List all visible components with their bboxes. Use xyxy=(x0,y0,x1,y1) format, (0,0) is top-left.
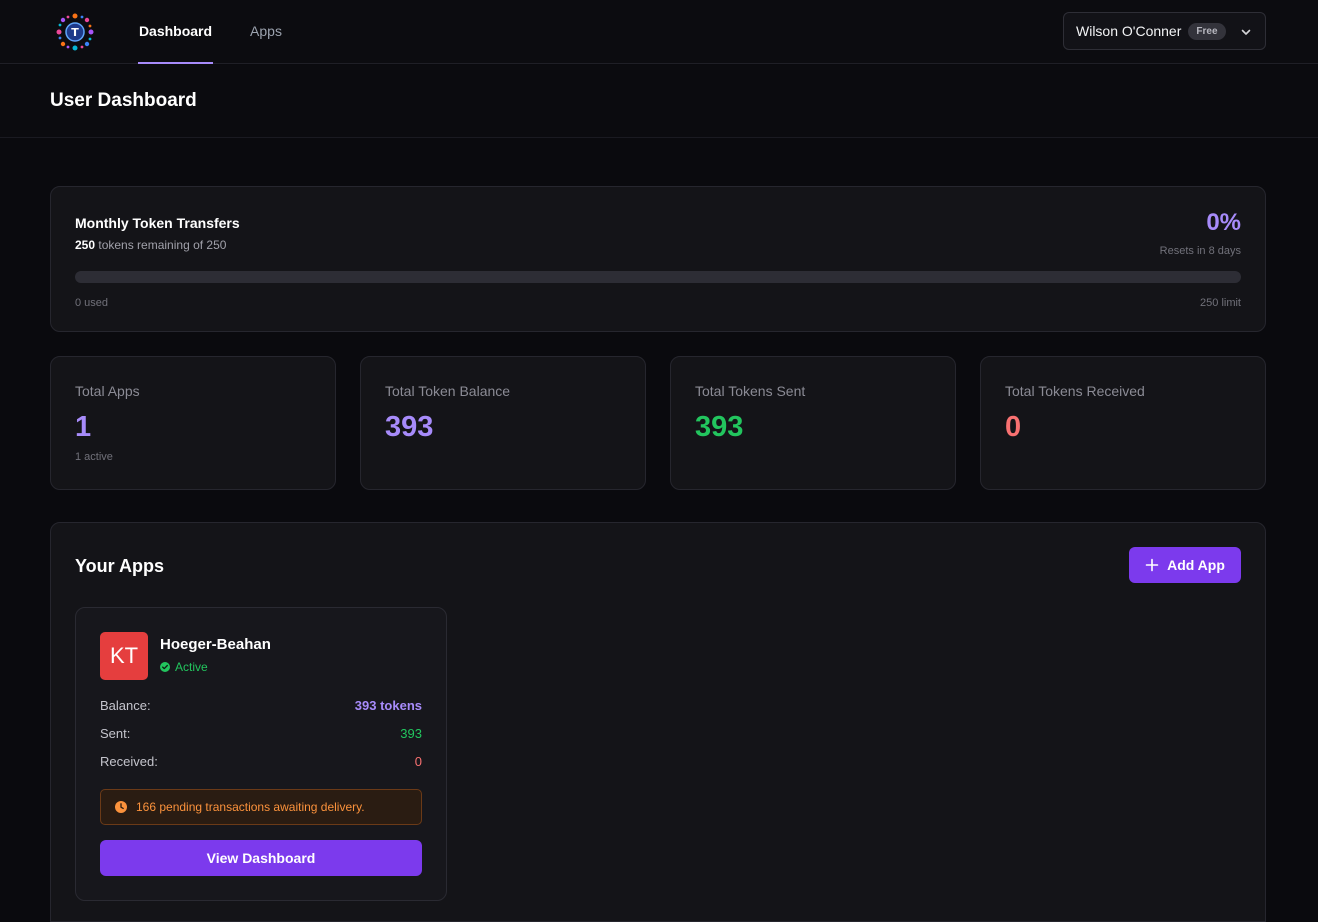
check-circle-icon xyxy=(160,662,170,672)
stat-value: 0 xyxy=(1005,411,1022,443)
transfers-title: Monthly Token Transfers xyxy=(75,215,240,231)
your-apps-panel: Your Apps Add App KT Hoeger-Beahan Activ… xyxy=(50,522,1266,922)
top-navbar: T Dashboard Apps Wilson O'Conner Free xyxy=(0,0,1318,64)
user-menu-button[interactable]: Wilson O'Conner Free xyxy=(1063,12,1266,50)
used-label: 0 used xyxy=(75,297,109,309)
add-app-button[interactable]: Add App xyxy=(1129,547,1241,583)
clock-icon xyxy=(115,801,127,813)
page-header: User Dashboard xyxy=(0,65,1318,138)
limit-label: 250 limit xyxy=(1200,297,1241,309)
monthly-transfers-card: Monthly Token Transfers 250 tokens remai… xyxy=(50,186,1266,332)
stat-label: Total Tokens Sent xyxy=(695,383,806,399)
stat-label: Total Apps xyxy=(75,383,140,399)
stat-card-token-balance: Total Token Balance 393 xyxy=(360,356,646,490)
stat-value: 393 xyxy=(695,411,744,443)
user-name: Wilson O'Conner xyxy=(1076,23,1182,39)
stat-card-total-apps: Total Apps 1 1 active xyxy=(50,356,336,490)
stat-value: 393 xyxy=(385,411,434,443)
svg-text:T: T xyxy=(71,26,79,39)
plus-icon xyxy=(1145,558,1159,572)
stat-label: Total Token Balance xyxy=(385,383,511,399)
pending-text: 166 pending transactions awaiting delive… xyxy=(136,800,365,814)
received-row: Received: 0 xyxy=(100,754,422,769)
sent-value: 393 xyxy=(400,726,422,741)
received-label: Received: xyxy=(100,754,158,769)
stat-card-tokens-sent: Total Tokens Sent 393 xyxy=(670,356,956,490)
app-status: Active xyxy=(160,660,208,674)
stat-sub: 1 active xyxy=(75,451,113,463)
plan-badge: Free xyxy=(1188,22,1226,40)
chevron-down-icon xyxy=(1241,29,1251,35)
app-status-label: Active xyxy=(175,660,208,674)
stat-card-tokens-received: Total Tokens Received 0 xyxy=(980,356,1266,490)
remaining-text: tokens remaining of 250 xyxy=(95,238,227,252)
page-title: User Dashboard xyxy=(50,90,197,111)
add-app-label: Add App xyxy=(1167,557,1225,573)
stat-label: Total Tokens Received xyxy=(1005,383,1145,399)
sent-row: Sent: 393 xyxy=(100,726,422,741)
pending-alert: 166 pending transactions awaiting delive… xyxy=(100,789,422,825)
app-logo-icon[interactable]: T xyxy=(54,11,96,53)
balance-value: 393 tokens xyxy=(354,698,422,713)
view-dashboard-button[interactable]: View Dashboard xyxy=(100,840,422,876)
tab-apps[interactable]: Apps xyxy=(240,0,292,64)
stat-value: 1 xyxy=(75,411,92,443)
reset-text: Resets in 8 days xyxy=(1159,245,1241,257)
sent-label: Sent: xyxy=(100,726,131,741)
received-value: 0 xyxy=(414,754,422,769)
usage-progress-bar xyxy=(75,271,1241,283)
balance-label: Balance: xyxy=(100,698,151,713)
app-card: KT Hoeger-Beahan Active Balance: 393 tok… xyxy=(75,607,447,901)
balance-row: Balance: 393 tokens xyxy=(100,698,422,713)
app-avatar: KT xyxy=(100,632,148,680)
transfers-remaining: 250 tokens remaining of 250 xyxy=(75,238,226,252)
remaining-count: 250 xyxy=(75,238,96,252)
app-name: Hoeger-Beahan xyxy=(160,636,271,653)
usage-percent: 0% xyxy=(1206,209,1241,236)
apps-section-title: Your Apps xyxy=(75,556,164,576)
tab-dashboard[interactable]: Dashboard xyxy=(138,0,213,64)
